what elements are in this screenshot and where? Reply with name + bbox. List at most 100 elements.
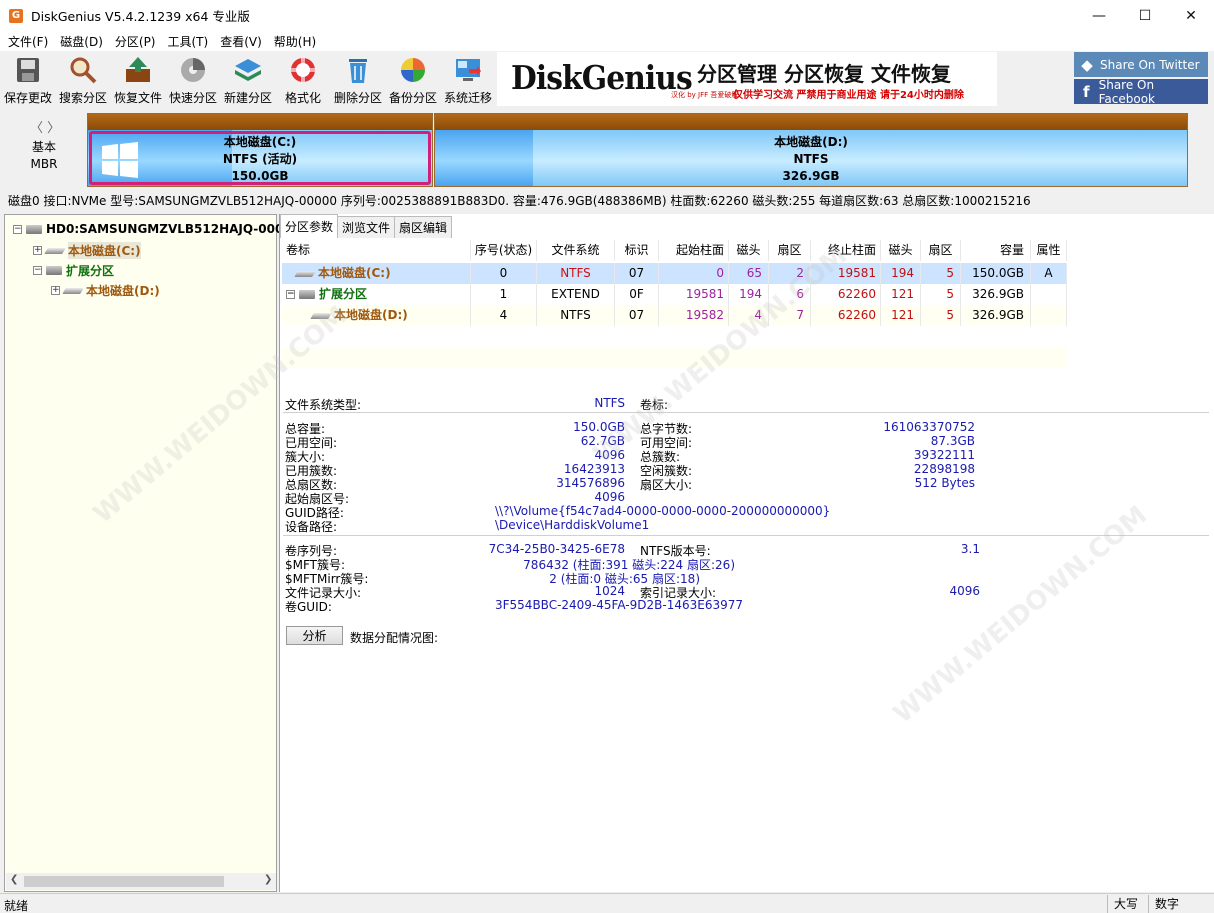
recover-files-button[interactable]: 恢复文件 <box>111 53 165 105</box>
recover-icon <box>123 55 153 85</box>
table-row-empty <box>282 368 1067 389</box>
fs-stat-value: 39322111 <box>913 448 975 462</box>
table-row[interactable]: − 扩展分区 1 EXTEND 0F 19581 194 6 62260 121 … <box>282 284 1067 305</box>
partition-d-name: 本地磁盘(D:) <box>774 135 848 149</box>
format-icon <box>288 55 318 85</box>
tree-node-d[interactable]: + 本地磁盘(D:) <box>51 282 160 299</box>
collapse-icon[interactable]: − <box>13 224 22 234</box>
save-icon <box>13 55 43 85</box>
brand-banner: DiskGenius 分区管理 分区恢复 文件恢复 汉化 by JFF 吾爱破解… <box>497 52 997 106</box>
fs-stat-row: 簇大小: 4096 <box>285 448 625 464</box>
app-icon: G <box>9 8 23 23</box>
partition-block-c[interactable]: 本地磁盘(C:) NTFS (活动) 150.0GB <box>87 113 433 187</box>
fs-stat-value: 87.3GB <box>930 434 975 448</box>
delete-icon <box>343 55 373 85</box>
fs-stat-row: 总字节数: 161063370752 <box>640 420 975 436</box>
facebook-icon: f <box>1083 82 1090 101</box>
divider <box>283 535 1209 536</box>
window-title: DiskGenius V5.4.2.1239 x64 专业版 <box>31 9 250 24</box>
close-button[interactable]: ✕ <box>1168 0 1214 31</box>
menu-help[interactable]: 帮助(H) <box>268 33 322 50</box>
search-icon <box>68 55 98 85</box>
scroll-right-icon[interactable]: ❯ <box>264 874 272 885</box>
banner-credit: 汉化 by JFF 吾爱破解 <box>671 91 739 99</box>
collapse-icon[interactable]: − <box>33 266 42 275</box>
allocation-map-label: 数据分配情况图: <box>350 631 439 645</box>
table-row-empty <box>282 326 1067 347</box>
scroll-thumb[interactable] <box>24 876 224 887</box>
drive-icon <box>62 287 84 294</box>
caps-lock-indicator: 大写 <box>1107 895 1147 913</box>
disk-map: 〈 〉 基本 MBR 本地磁盘(C:) NTFS (活动) 150.0GB 本地… <box>0 109 1214 189</box>
fs-stat-row: 总簇数: 39322111 <box>640 448 975 464</box>
share-facebook-button[interactable]: f Share On Facebook <box>1074 78 1208 106</box>
search-partition-button[interactable]: 搜索分区 <box>56 53 110 105</box>
disk-nav-arrows[interactable]: 〈 〉 <box>30 117 60 136</box>
fs-stat-value: 4096 <box>594 490 625 504</box>
tab-browse-files[interactable]: 浏览文件 <box>337 216 396 238</box>
fs-stat-label: 扇区大小: <box>640 478 693 492</box>
fs-stat-row: 空闲簇数: 22898198 <box>640 462 975 478</box>
format-button[interactable]: 格式化 <box>276 53 330 105</box>
new-partition-icon <box>233 55 263 85</box>
minimize-button[interactable]: — <box>1076 0 1122 31</box>
table-row[interactable]: 本地磁盘(D:) 4 NTFS 07 19582 4 7 62260 121 5… <box>282 305 1067 326</box>
analyze-button[interactable]: 分析 <box>286 626 343 645</box>
scroll-left-icon[interactable]: ❮ <box>10 874 18 885</box>
fs-stat-row: 起始扇区号: 4096 <box>285 490 625 506</box>
expand-icon[interactable]: + <box>51 286 60 295</box>
menu-file[interactable]: 文件(F) <box>2 33 54 50</box>
details-panel: 分区参数 浏览文件 扇区编辑 卷标 序号(状态) 文件系统 标识 起始柱面 磁头… <box>279 214 1214 892</box>
disk-type: 基本 MBR <box>30 140 58 171</box>
drive-icon <box>294 270 316 277</box>
extended-partition-icon <box>299 290 315 299</box>
menu-partition[interactable]: 分区(P) <box>109 33 162 50</box>
fs-stat-value: 161063370752 <box>883 420 975 434</box>
table-header: 卷标 序号(状态) 文件系统 标识 起始柱面 磁头 扇区 终止柱面 磁头 扇区 … <box>282 240 1067 261</box>
delete-partition-button[interactable]: 删除分区 <box>331 53 385 105</box>
tree-node-c[interactable]: + 本地磁盘(C:) <box>33 242 141 259</box>
title-bar: G DiskGenius V5.4.2.1239 x64 专业版 — ☐ ✕ <box>0 0 1214 31</box>
menu-tools[interactable]: 工具(T) <box>162 33 215 50</box>
fs-stat-value: 314576896 <box>556 476 625 490</box>
partition-block-d[interactable]: 本地磁盘(D:) NTFS 326.9GB <box>434 113 1188 187</box>
disk-info-line: 磁盘0 接口:NVMe 型号:SAMSUNGMZVLB512HAJQ-00000… <box>8 194 1031 208</box>
fs-stat-row: 可用空间: 87.3GB <box>640 434 975 450</box>
menu-disk[interactable]: 磁盘(D) <box>54 33 109 50</box>
expand-icon[interactable]: + <box>33 246 42 255</box>
collapse-icon[interactable]: − <box>286 290 295 299</box>
fs-stat-value: 150.0GB <box>573 420 625 434</box>
backup-icon <box>398 55 428 85</box>
fs-stat-row: 已用簇数: 16423913 <box>285 462 625 478</box>
tree-hscrollbar[interactable]: ❮ ❯ <box>6 873 276 890</box>
brand-logo: DiskGenius <box>511 58 693 97</box>
tree-node-disk[interactable]: − HD0:SAMSUNGMZVLB512HAJQ-0000 <box>13 222 292 236</box>
migrate-icon <box>453 55 483 85</box>
tree-node-extended[interactable]: − 扩展分区 <box>33 262 114 279</box>
system-migrate-button[interactable]: 系统迁移 <box>441 53 495 105</box>
fs-stat-row: 总扇区数: 314576896 <box>285 476 625 492</box>
fs-stat-value: 62.7GB <box>580 434 625 448</box>
drive-icon <box>44 247 66 254</box>
fs-stat-value: 4096 <box>594 448 625 462</box>
divider <box>283 412 1209 413</box>
save-changes-button[interactable]: 保存更改 <box>1 53 55 105</box>
maximize-button[interactable]: ☐ <box>1122 0 1168 31</box>
fs-stat-value: 22898198 <box>913 462 975 476</box>
toolbar: 保存更改 搜索分区 恢复文件 快速分区 新建分区 格式化 删除分区 备份分区 系… <box>0 51 1214 109</box>
banner-headline: 分区管理 分区恢复 文件恢复 <box>697 62 951 86</box>
table-row[interactable]: 本地磁盘(C:) 0 NTFS 07 0 65 2 19581 194 5 15… <box>282 263 1067 284</box>
quick-partition-button[interactable]: 快速分区 <box>166 53 220 105</box>
menu-view[interactable]: 查看(V) <box>214 33 268 50</box>
quick-partition-icon <box>178 55 208 85</box>
twitter-icon: ◆ <box>1081 55 1093 74</box>
tab-sector-edit[interactable]: 扇区编辑 <box>394 216 453 238</box>
fs-stat-row: 总容量: 150.0GB <box>285 420 625 436</box>
share-twitter-button[interactable]: ◆ Share On Twitter <box>1074 52 1208 77</box>
num-lock-indicator: 数字 <box>1148 895 1214 913</box>
new-partition-button[interactable]: 新建分区 <box>221 53 275 105</box>
banner-notice: 仅供学习交流 严禁用于商业用途 请于24小时内删除 <box>733 90 964 101</box>
backup-partition-button[interactable]: 备份分区 <box>386 53 440 105</box>
partition-d-size: 326.9GB <box>782 169 840 183</box>
tab-partition-params[interactable]: 分区参数 <box>280 214 339 238</box>
